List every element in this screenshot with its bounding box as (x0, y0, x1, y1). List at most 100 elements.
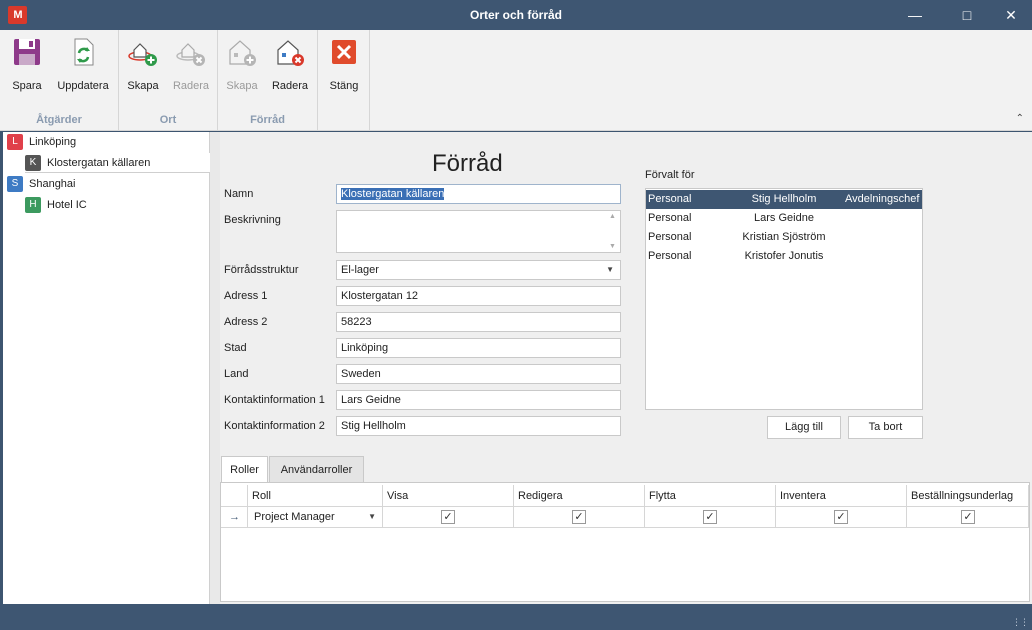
stang-button[interactable]: Stäng (326, 36, 362, 92)
scroll-up-icon[interactable]: ▲ (609, 213, 616, 220)
add-location-icon (128, 43, 157, 66)
tree-node-linkoping[interactable]: L Linköping (7, 132, 76, 152)
column-header-bestallning[interactable]: Beställningsunderlag (907, 485, 1029, 507)
ribbon-group-stang: Stäng (318, 30, 370, 130)
ort-skapa-label: Skapa (127, 80, 159, 92)
tree-splitter[interactable] (210, 132, 220, 604)
list-item[interactable]: Personal Lars Geidne (646, 209, 922, 228)
location-tree: L Linköping K Klostergatan källaren S Shang… (3, 132, 210, 604)
namn-field[interactable]: Klostergatan källaren (336, 184, 621, 204)
visa-cell[interactable]: ✓ (383, 507, 514, 528)
forradsstruktur-select[interactable]: El-lager ▼ (336, 260, 621, 280)
roll-select[interactable]: Project Manager ▼ (250, 507, 380, 527)
visa-checkbox[interactable]: ✓ (441, 510, 455, 524)
save-icon (14, 39, 40, 65)
kontakt1-value: Lars Geidne (341, 394, 401, 406)
close-window-button[interactable]: ✕ (988, 0, 1032, 30)
cell-type: Personal (648, 193, 692, 205)
land-value: Sweden (341, 368, 381, 380)
column-header-flytta[interactable]: Flytta (645, 485, 776, 507)
roll-cell[interactable]: Project Manager ▼ (248, 507, 383, 528)
tab-anvandarroller[interactable]: Användarroller (269, 456, 364, 483)
column-header-inventera[interactable]: Inventera (776, 485, 907, 507)
list-item[interactable]: Personal Kristofer Jonutis (646, 247, 922, 266)
ribbon-group-atgarder: Spara Uppdatera Åtgärder (0, 30, 119, 130)
stad-label: Stad (224, 342, 247, 354)
row-indicator-header (221, 485, 248, 507)
tree-node-hotel-ic[interactable]: H Hotel IC (25, 195, 87, 215)
list-item[interactable]: Personal Kristian Sjöström (646, 228, 922, 247)
inventera-cell[interactable]: ✓ (776, 507, 907, 528)
cell-role: Avdelningschef (845, 193, 920, 205)
kontakt2-field[interactable]: Stig Hellholm (336, 416, 621, 436)
column-header-roll[interactable]: Roll (248, 485, 383, 507)
bestallning-checkbox[interactable]: ✓ (961, 510, 975, 524)
adress1-field[interactable]: Klostergatan 12 (336, 286, 621, 306)
cell-name: Kristofer Jonutis (744, 250, 824, 262)
delete-storage-icon (277, 40, 304, 66)
forvalt-label: Förvalt för (645, 169, 695, 181)
minimize-button[interactable]: — (892, 0, 938, 30)
ribbon-group-forrad: Skapa Radera Förråd (218, 30, 318, 130)
status-bar: ⋮⋮ (0, 604, 1032, 630)
forrad-radera-button[interactable]: Radera (270, 36, 310, 92)
uppdatera-button[interactable]: Uppdatera (54, 36, 112, 92)
stad-field[interactable]: Linköping (336, 338, 621, 358)
group-label-ort: Ort (159, 114, 177, 126)
forradsstruktur-label: Förrådsstruktur (224, 264, 299, 276)
tab-roller[interactable]: Roller (221, 456, 268, 483)
kontakt1-field[interactable]: Lars Geidne (336, 390, 621, 410)
lagg-till-button[interactable]: Lägg till (767, 416, 841, 439)
tree-node-klostergatan[interactable]: K Klostergatan källaren (25, 153, 210, 173)
kontakt2-label: Kontaktinformation 2 (224, 420, 325, 432)
stad-value: Linköping (341, 342, 389, 354)
resize-grip-icon[interactable]: ⋮⋮ (1012, 617, 1029, 628)
adress2-field[interactable]: 58223 (336, 312, 621, 332)
bestallning-cell[interactable]: ✓ (907, 507, 1029, 528)
scroll-down-icon[interactable]: ▼ (609, 243, 616, 250)
spara-button[interactable]: Spara (8, 36, 46, 92)
maximize-button[interactable]: □ (944, 0, 990, 30)
cell-type: Personal (648, 231, 692, 243)
inventera-checkbox[interactable]: ✓ (834, 510, 848, 524)
flytta-checkbox[interactable]: ✓ (703, 510, 717, 524)
cell-type: Personal (648, 250, 692, 262)
beskrivning-field[interactable]: ▲ ▼ (336, 210, 621, 253)
forrad-skapa-button[interactable]: Skapa (224, 36, 260, 92)
ta-bort-button[interactable]: Ta bort (848, 416, 923, 439)
forrad-skapa-label: Skapa (226, 80, 258, 92)
ribbon-group-ort: Skapa Radera Ort (119, 30, 218, 130)
list-item[interactable]: Personal Stig Hellholm Avdelningschef (646, 190, 922, 209)
cell-name: Kristian Sjöström (742, 231, 826, 243)
adress1-label: Adress 1 (224, 290, 268, 302)
flytta-cell[interactable]: ✓ (645, 507, 776, 528)
cell-name: Stig Hellholm (751, 193, 817, 205)
redigera-checkbox[interactable]: ✓ (572, 510, 586, 524)
add-storage-icon (229, 40, 256, 66)
roles-panel: Roll Visa Redigera Flytta Inventera Best… (220, 482, 1030, 602)
title-bar: M Orter och förråd — □ ✕ (0, 0, 1032, 30)
ort-skapa-button[interactable]: Skapa (125, 36, 161, 92)
column-header-redigera[interactable]: Redigera (514, 485, 645, 507)
forradsstruktur-value: El-lager (341, 264, 379, 276)
ort-radera-button[interactable]: Radera (171, 36, 211, 92)
adress1-value: Klostergatan 12 (341, 290, 419, 302)
collapse-ribbon-icon[interactable]: ⌃ (1016, 113, 1024, 124)
storage-detail-panel: Förråd Namn Klostergatan källaren Beskri… (220, 132, 1032, 604)
textarea-scrollbar[interactable]: ▲ ▼ (608, 213, 618, 250)
window-title: Orter och förråd (469, 8, 562, 22)
column-header-visa[interactable]: Visa (383, 485, 514, 507)
chevron-down-icon: ▼ (368, 512, 376, 521)
namn-value: Klostergatan källaren (341, 188, 445, 200)
arrow-right-icon: → (229, 511, 240, 523)
location-badge-icon: S (7, 176, 23, 193)
row-indicator: → (221, 507, 248, 528)
redigera-cell[interactable]: ✓ (514, 507, 645, 528)
tree-node-shanghai[interactable]: S Shanghai (7, 174, 76, 194)
ort-radera-label: Radera (172, 80, 210, 92)
land-field[interactable]: Sweden (336, 364, 621, 384)
ribbon: Spara Uppdatera Åtgärder Skapa Radera Or… (0, 30, 1032, 131)
kontakt1-label: Kontaktinformation 1 (224, 394, 325, 406)
location-badge-icon: L (7, 134, 23, 151)
kontakt2-value: Stig Hellholm (341, 420, 406, 432)
